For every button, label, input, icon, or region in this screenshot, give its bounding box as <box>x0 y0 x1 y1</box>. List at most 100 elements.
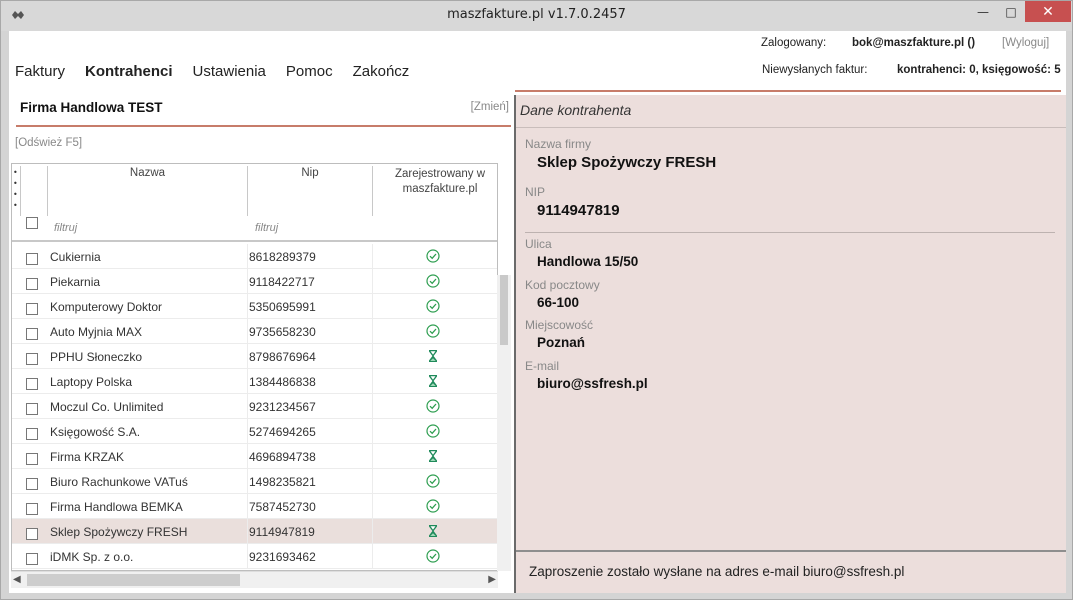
logout-link[interactable]: [Wyloguj] <box>1002 37 1049 49</box>
change-company-link[interactable]: [Zmień] <box>471 101 509 113</box>
menu-item-kontrahenci[interactable]: Kontrahenci <box>85 63 173 80</box>
row-nip: 9231693462 <box>249 550 316 564</box>
scroll-left-arrow-icon[interactable]: ◀ <box>13 574 21 585</box>
row-nip: 8618289379 <box>249 250 316 264</box>
row-checkbox[interactable] <box>26 503 38 515</box>
minimize-button[interactable]: — <box>969 1 997 22</box>
row-checkbox[interactable] <box>26 253 38 265</box>
row-nip: 5350695991 <box>249 300 316 314</box>
column-header-registered[interactable]: Zarejestrowany w maszfakture.pl <box>378 167 497 197</box>
row-nip: 9735658230 <box>249 325 316 339</box>
table-row[interactable]: Laptopy Polska 1384486838 <box>12 369 497 394</box>
menu-item-zakoncz[interactable]: Zakończ <box>353 63 410 80</box>
cell-separator <box>247 269 248 294</box>
details-mid-divider <box>525 232 1055 233</box>
table-row[interactable]: Firma Handlowa BEMKA 7587452730 <box>12 494 497 519</box>
cell-separator <box>372 444 373 469</box>
row-nip: 9114947819 <box>249 525 315 539</box>
cell-separator <box>247 444 248 469</box>
logged-in-user: bok@maszfakture.pl () <box>852 37 976 49</box>
table-row[interactable]: Cukiernia 8618289379 <box>12 244 497 269</box>
nip-label: NIP <box>525 185 546 199</box>
table-row[interactable]: Komputerowy Doktor 5350695991 <box>12 294 497 319</box>
logged-in-label: Zalogowany: <box>761 37 827 49</box>
unsent-invoices-label: Niewysłanych faktur: <box>762 64 868 76</box>
status-message: Zaproszenie zostało wysłane na adres e-m… <box>529 564 905 579</box>
row-header-handle[interactable]: • • • • <box>13 167 18 211</box>
row-name: Firma KRZAK <box>50 450 125 464</box>
row-nip: 9231234567 <box>249 400 316 414</box>
horizontal-scrollbar[interactable]: ◀ ▶ <box>11 571 498 588</box>
row-checkbox[interactable] <box>26 403 38 415</box>
title-bar[interactable]: maszfakture.pl v1.7.0.2457 — □ ✕ <box>1 1 1072 31</box>
table-row[interactable]: Firma KRZAK 4696894738 <box>12 444 497 469</box>
cell-separator <box>372 494 373 519</box>
cell-separator <box>247 469 248 494</box>
row-checkbox[interactable] <box>26 328 38 340</box>
cell-separator <box>372 394 373 419</box>
cell-separator <box>372 419 373 444</box>
cell-separator <box>247 519 248 544</box>
registered-check-icon <box>426 399 440 413</box>
row-name: Komputerowy Doktor <box>50 300 163 314</box>
email-value: biuro@ssfresh.pl <box>537 376 648 391</box>
row-checkbox[interactable] <box>26 278 38 290</box>
header-separator <box>20 166 21 216</box>
table-row[interactable]: Sklep Spożywczy FRESH 9114947819 <box>12 519 497 544</box>
row-name: PPHU Słoneczko <box>50 350 143 364</box>
postal-code-label: Kod pocztowy <box>525 278 600 292</box>
menu-item-pomoc[interactable]: Pomoc <box>286 63 333 80</box>
column-header-name[interactable]: Nazwa <box>48 167 247 179</box>
menu-item-ustawienia[interactable]: Ustawienia <box>193 63 266 80</box>
row-nip: 1498235821 <box>249 475 316 489</box>
window-title: maszfakture.pl v1.7.0.2457 <box>447 7 626 22</box>
close-button[interactable]: ✕ <box>1025 1 1071 22</box>
cell-separator <box>247 544 248 569</box>
row-checkbox[interactable] <box>26 553 38 565</box>
vertical-scrollbar[interactable] <box>497 275 511 571</box>
select-all-checkbox[interactable] <box>26 217 38 229</box>
row-nip: 1384486838 <box>249 375 316 389</box>
registered-check-icon <box>426 299 440 313</box>
table-row[interactable]: Moczul Co. Unlimited 9231234567 <box>12 394 497 419</box>
cell-separator <box>372 294 373 319</box>
cell-separator <box>247 294 248 319</box>
contractors-list-pane: Firma Handlowa TEST [Zmień] [Odśwież F5]… <box>9 95 514 593</box>
row-checkbox[interactable] <box>26 428 38 440</box>
row-checkbox[interactable] <box>26 478 38 490</box>
row-checkbox[interactable] <box>26 303 38 315</box>
scroll-right-arrow-icon[interactable]: ▶ <box>488 574 496 585</box>
table-row[interactable]: Biuro Rachunkowe VATuś 1498235821 <box>12 469 497 494</box>
cell-separator <box>247 419 248 444</box>
horizontal-scroll-thumb[interactable] <box>27 574 240 586</box>
cell-separator <box>247 344 248 369</box>
table-row[interactable]: Piekarnia 9118422717 <box>12 269 497 294</box>
menu-item-faktury[interactable]: Faktury <box>15 63 65 80</box>
company-divider <box>16 125 511 127</box>
table-row[interactable]: Księgowość S.A. 5274694265 <box>12 419 497 444</box>
row-name: Moczul Co. Unlimited <box>50 400 164 414</box>
cell-separator <box>247 244 248 269</box>
company-name-value: Sklep Spożywczy FRESH <box>537 154 717 171</box>
row-checkbox[interactable] <box>26 378 38 390</box>
row-checkbox[interactable] <box>26 528 38 540</box>
filter-nip-input[interactable]: filtruj <box>255 222 278 234</box>
vertical-scroll-thumb[interactable] <box>500 275 508 345</box>
cell-separator <box>372 519 373 544</box>
filter-name-input[interactable]: filtruj <box>54 222 77 234</box>
cell-separator <box>247 494 248 519</box>
row-name: Sklep Spożywczy FRESH <box>50 525 188 539</box>
cell-separator <box>372 319 373 344</box>
details-title: Dane kontrahenta <box>520 102 632 118</box>
table-row[interactable]: PPHU Słoneczko 8798676964 <box>12 344 497 369</box>
registered-check-icon <box>426 499 440 513</box>
table-row[interactable]: Auto Myjnia MAX 9735658230 <box>12 319 497 344</box>
table-row[interactable]: iDMK Sp. z o.o. 9231693462 <box>12 544 497 569</box>
row-checkbox[interactable] <box>26 353 38 365</box>
refresh-link[interactable]: [Odśwież F5] <box>15 137 82 149</box>
column-header-nip[interactable]: Nip <box>248 167 372 179</box>
header-separator <box>372 166 373 216</box>
maximize-button[interactable]: □ <box>997 1 1025 22</box>
row-checkbox[interactable] <box>26 453 38 465</box>
cell-separator <box>247 319 248 344</box>
